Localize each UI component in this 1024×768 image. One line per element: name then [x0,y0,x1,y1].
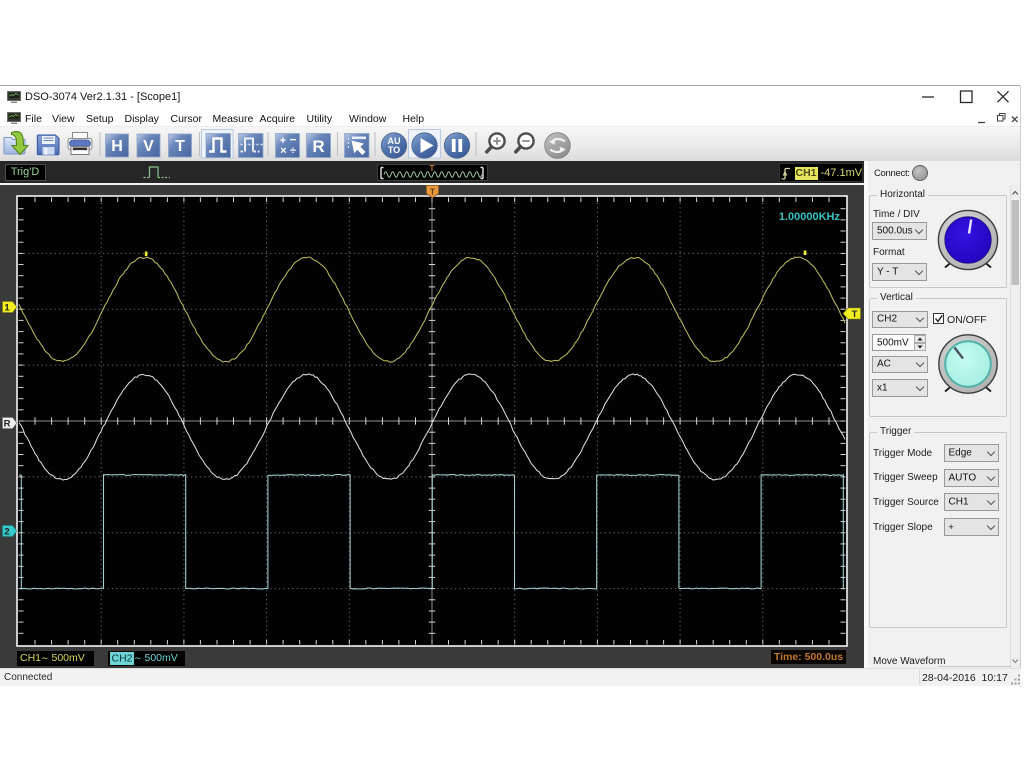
svg-text:R: R [4,419,11,430]
svg-text:T: T [852,309,858,320]
svg-text:R: R [312,137,324,156]
svg-text:T: T [175,138,185,155]
svg-text:TO: TO [388,145,400,155]
svg-text:1: 1 [4,303,10,314]
svg-text:2: 2 [4,527,9,538]
svg-text:T: T [430,164,435,173]
svg-text:H: H [111,138,123,155]
svg-text:V: V [143,138,154,155]
svg-text:T: T [430,186,436,196]
svg-text:÷: ÷ [290,145,296,157]
svg-text:×: × [280,145,286,157]
